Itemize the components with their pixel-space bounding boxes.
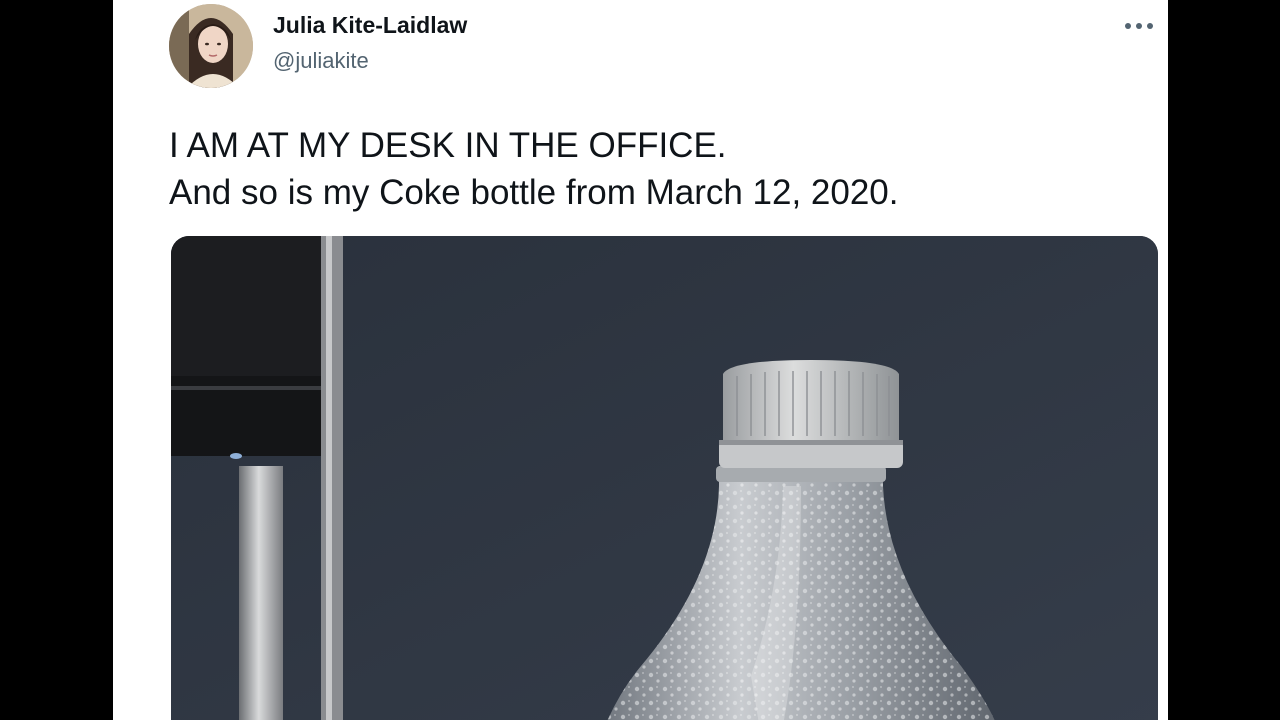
author-name[interactable]: Julia Kite-Laidlaw — [273, 12, 467, 39]
tweet-text-line: And so is my Coke bottle from March 12, … — [169, 173, 899, 212]
author-handle[interactable]: @juliakite — [273, 48, 369, 74]
tweet-card: Julia Kite-Laidlaw @juliakite I AM AT MY… — [113, 0, 1168, 720]
avatar-image — [169, 4, 253, 88]
avatar[interactable] — [169, 4, 253, 88]
tweet-text-line: I AM AT MY DESK IN THE OFFICE. — [169, 126, 727, 165]
tweet-text: I AM AT MY DESK IN THE OFFICE. And so is… — [169, 122, 1159, 216]
more-options-button[interactable] — [1116, 8, 1162, 44]
more-horizontal-icon — [1125, 23, 1153, 29]
tweet-photo[interactable] — [171, 236, 1158, 720]
coke-bottle-photo — [171, 236, 1158, 720]
